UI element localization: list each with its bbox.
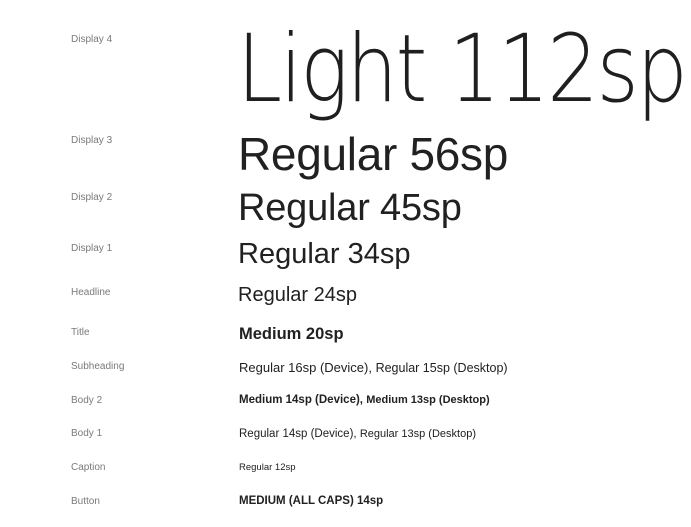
style-sample: Regular 34sp [238,238,411,270]
style-label: Display 3 [71,135,113,146]
style-sample-desktop: Regular 15sp (Desktop) [375,361,508,375]
style-sample-device: Regular 14sp (Device), [239,428,360,440]
style-label: Display 1 [71,243,113,254]
style-sample: Regular 14sp (Device), Regular 13sp (Des… [239,428,476,441]
style-sample: Medium 20sp [239,325,344,343]
style-sample-desktop: Medium 13sp (Desktop) [366,394,490,406]
style-label: Display 2 [71,192,113,203]
style-sample: Regular 56sp [238,128,509,180]
style-sample-device: Medium 14sp (Device), [239,394,367,406]
style-sample: Regular 45sp [238,187,462,229]
style-sample: Regular 24sp [238,284,357,306]
style-sample: Medium 14sp (Device), Medium 13sp (Deskt… [239,394,490,407]
style-sample-device: Regular 16sp (Device), [239,360,376,375]
style-label: Subheading [71,361,125,372]
style-sample: Light 112sp [237,15,688,124]
style-label: Caption [71,462,106,473]
style-sample: MEDIUM (ALL CAPS) 14sp [239,495,384,507]
style-label: Display 4 [71,34,113,45]
style-label: Headline [71,287,111,298]
style-sample: Regular 16sp (Device), Regular 15sp (Des… [239,361,508,375]
style-label: Body 2 [71,395,103,406]
style-label: Body 1 [71,428,103,439]
style-sample-desktop: Regular 13sp (Desktop) [359,428,476,440]
style-label: Button [71,496,100,507]
style-label: Title [71,327,90,338]
style-sample: Regular 12sp [239,462,296,473]
